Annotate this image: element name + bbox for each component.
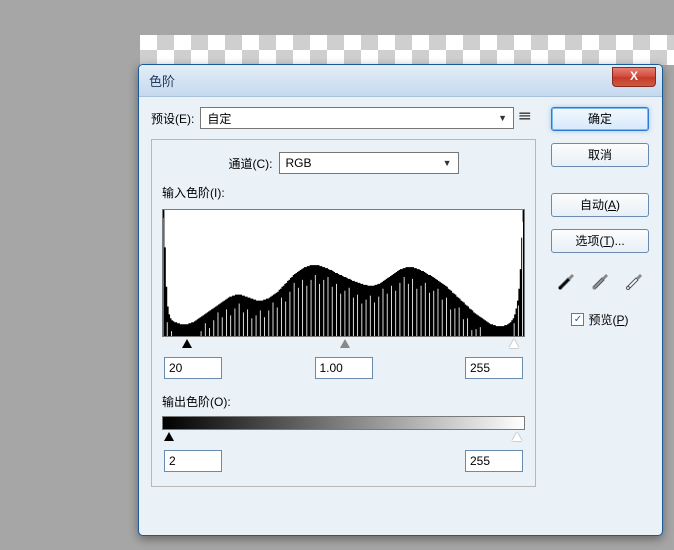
- black-point-eyedropper-icon[interactable]: [555, 269, 577, 291]
- output-black-slider[interactable]: [164, 432, 174, 441]
- output-black-field[interactable]: [164, 450, 222, 472]
- levels-dialog: 色阶 X 预设(E): 自定 ▼ 通道(C): RGB ▼: [138, 64, 663, 536]
- chevron-down-icon: ▼: [498, 113, 507, 123]
- cancel-button[interactable]: 取消: [551, 143, 649, 167]
- white-point-eyedropper-icon[interactable]: [623, 269, 645, 291]
- input-white-slider[interactable]: [509, 339, 519, 348]
- preset-value: 自定: [207, 110, 231, 127]
- input-gamma-field[interactable]: [315, 357, 373, 379]
- input-gamma-slider[interactable]: [340, 339, 350, 348]
- output-gradient: [162, 416, 525, 430]
- input-levels-label: 输入色阶(I):: [162, 184, 525, 201]
- preset-label: 预设(E):: [151, 110, 194, 127]
- output-white-field[interactable]: [465, 450, 523, 472]
- titlebar: 色阶 X: [139, 65, 662, 97]
- preview-label: 预览(P): [588, 311, 628, 328]
- eyedropper-group: [555, 269, 645, 291]
- output-levels-label: 输出色阶(O):: [162, 393, 525, 410]
- channel-value: RGB: [286, 156, 312, 170]
- auto-button[interactable]: 自动(A): [551, 193, 649, 217]
- transparency-checker: // placeholder; filled after JSON load b…: [140, 35, 674, 65]
- channel-label: 通道(C):: [229, 155, 273, 172]
- dialog-title: 色阶: [149, 71, 175, 90]
- preset-select[interactable]: 自定 ▼: [200, 107, 514, 129]
- input-black-field[interactable]: [164, 357, 222, 379]
- options-button[interactable]: 选项(T)...: [551, 229, 649, 253]
- levels-group: 通道(C): RGB ▼ 输入色阶(I):: [151, 139, 536, 487]
- output-white-slider[interactable]: [512, 432, 522, 441]
- channel-select[interactable]: RGB ▼: [279, 152, 459, 174]
- histogram-svg: [163, 210, 524, 336]
- preset-menu-icon[interactable]: [520, 111, 536, 125]
- input-black-slider[interactable]: [182, 339, 192, 348]
- ok-button[interactable]: 确定: [551, 107, 649, 131]
- output-slider-track: [164, 432, 523, 444]
- gray-point-eyedropper-icon[interactable]: [589, 269, 611, 291]
- chevron-down-icon: ▼: [443, 158, 452, 168]
- preview-checkbox[interactable]: ✓: [571, 313, 584, 326]
- input-slider-track: [164, 339, 523, 351]
- close-button[interactable]: X: [612, 67, 656, 87]
- input-white-field[interactable]: [465, 357, 523, 379]
- histogram: [162, 209, 525, 337]
